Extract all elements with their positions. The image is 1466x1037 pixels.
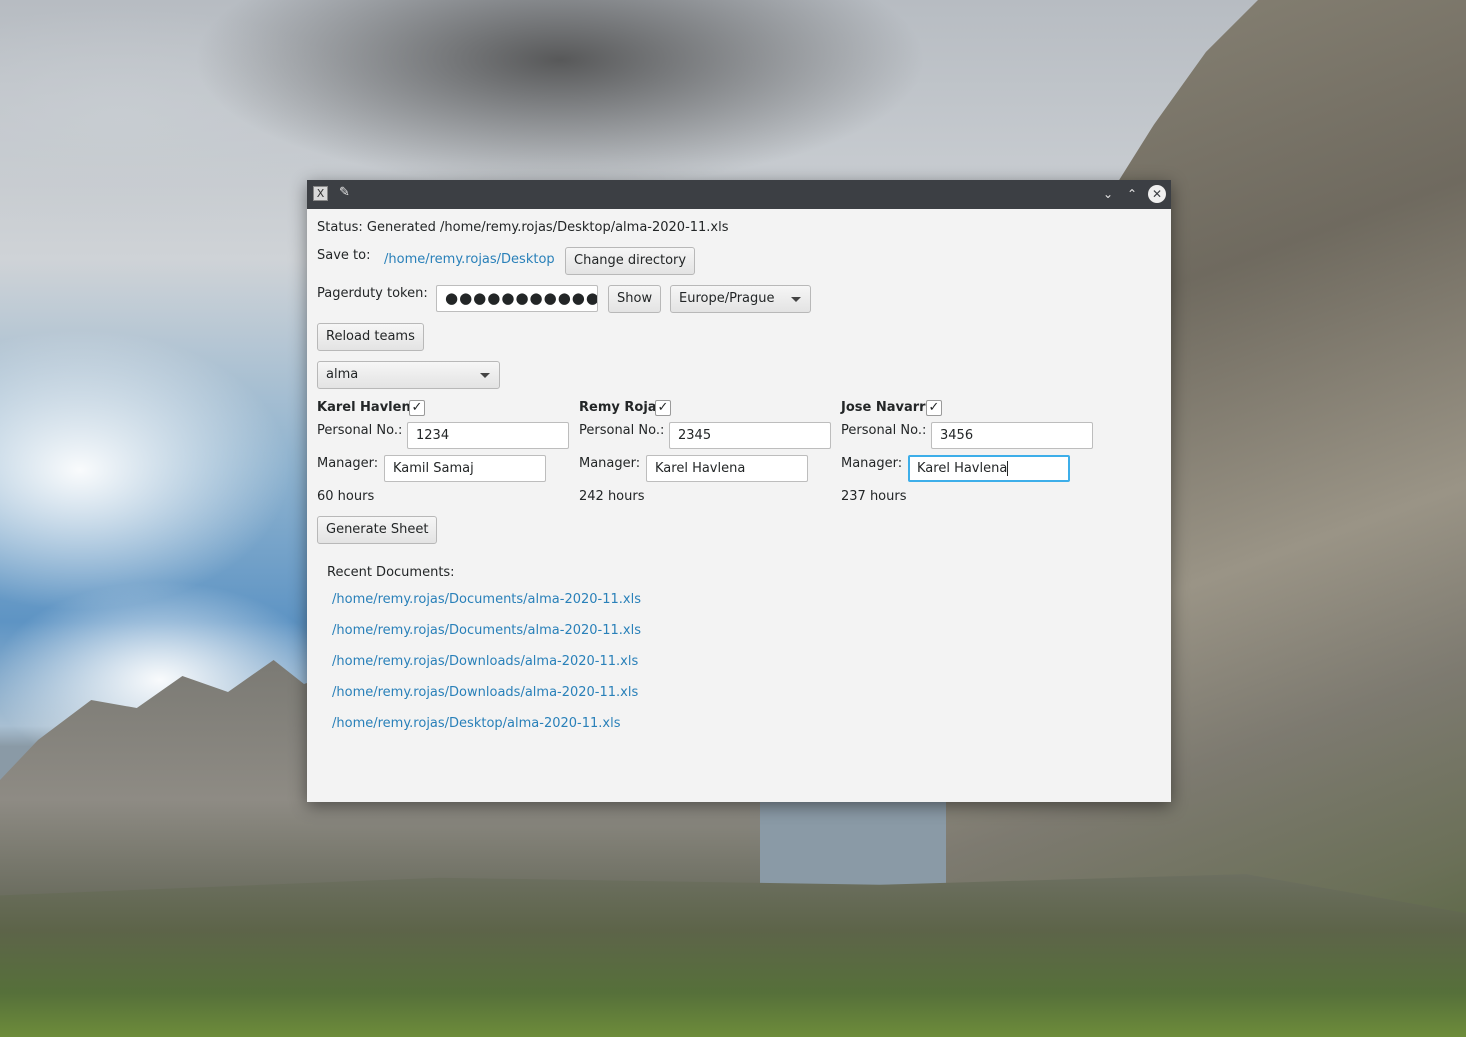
manager-input-focused[interactable]: Karel Havlena (908, 455, 1070, 482)
personal-no-input[interactable]: 3456 (931, 422, 1093, 449)
recent-document-link[interactable]: /home/remy.rojas/Downloads/alma-2020-11.… (332, 653, 638, 671)
generate-sheet-button[interactable]: Generate Sheet (317, 516, 438, 544)
manager-label: Manager: (841, 456, 903, 471)
manager-label: Manager: (317, 456, 379, 471)
team-select[interactable]: alma (317, 361, 500, 389)
chevron-down-icon (791, 297, 801, 302)
chevron-down-icon (480, 373, 490, 378)
pagerduty-token-input[interactable]: ●●●●●●●●●●●●● (436, 285, 598, 312)
personal-no-label: Personal No.: (579, 423, 665, 438)
reload-teams-button[interactable]: Reload teams (317, 323, 424, 351)
personal-no-label: Personal No.: (841, 423, 927, 438)
recent-documents-label: Recent Documents: (327, 565, 455, 580)
recent-document-link[interactable]: /home/remy.rojas/Documents/alma-2020-11.… (332, 622, 641, 640)
window-titlebar[interactable]: X ✎ ⌄ ⌃ ✕ (307, 180, 1171, 209)
timezone-value: Europe/Prague (679, 291, 775, 306)
checkmark-icon: ✓ (657, 400, 669, 415)
person-include-checkbox[interactable]: ✓ (655, 400, 671, 416)
hours-text: 60 hours (317, 489, 375, 504)
x-app-icon[interactable]: X (313, 186, 328, 201)
manager-input[interactable]: Karel Havlena (646, 455, 808, 482)
manager-input[interactable]: Kamil Samaj (384, 455, 546, 482)
status-text: Status: Generated /home/remy.rojas/Deskt… (317, 220, 729, 235)
hours-text: 242 hours (579, 489, 645, 504)
recent-document-link[interactable]: /home/remy.rojas/Desktop/alma-2020-11.xl… (332, 715, 620, 733)
manager-value: Karel Havlena (917, 461, 1008, 476)
personal-no-label: Personal No.: (317, 423, 403, 438)
show-token-button[interactable]: Show (608, 285, 662, 313)
hours-text: 237 hours (841, 489, 907, 504)
app-window: X ✎ ⌄ ⌃ ✕ Status: Generated /home/remy.r… (307, 180, 1171, 802)
save-to-path-link[interactable]: /home/remy.rojas/Desktop (384, 251, 555, 269)
token-masked-value: ●●●●●●●●●●●●● (445, 289, 598, 307)
recent-document-link[interactable]: /home/remy.rojas/Documents/alma-2020-11.… (332, 591, 641, 609)
person-include-checkbox[interactable]: ✓ (409, 400, 425, 416)
team-value: alma (326, 367, 359, 382)
recent-document-link[interactable]: /home/remy.rojas/Downloads/alma-2020-11.… (332, 684, 638, 702)
text-caret (1007, 461, 1009, 476)
close-icon[interactable]: ✕ (1148, 185, 1166, 203)
chevron-down-icon[interactable]: ⌄ (1099, 185, 1117, 203)
timezone-select[interactable]: Europe/Prague (670, 285, 811, 313)
personal-no-input[interactable]: 2345 (669, 422, 831, 449)
person-name: Jose Navarro (841, 400, 935, 415)
change-directory-button[interactable]: Change directory (565, 247, 696, 275)
person-name: Karel Havlena (317, 400, 420, 415)
person-name: Remy Rojas (579, 400, 665, 415)
checkmark-icon: ✓ (928, 400, 940, 415)
person-include-checkbox[interactable]: ✓ (926, 400, 942, 416)
pin-icon[interactable]: ✎ (339, 185, 350, 200)
pagerduty-token-label: Pagerduty token: (317, 286, 428, 301)
personal-no-input[interactable]: 1234 (407, 422, 569, 449)
desktop-wallpaper: X ✎ ⌄ ⌃ ✕ Status: Generated /home/remy.r… (0, 0, 1466, 1037)
save-to-label: Save to: (317, 248, 371, 263)
manager-label: Manager: (579, 456, 641, 471)
checkmark-icon: ✓ (411, 400, 423, 415)
chevron-up-icon[interactable]: ⌃ (1123, 185, 1141, 203)
